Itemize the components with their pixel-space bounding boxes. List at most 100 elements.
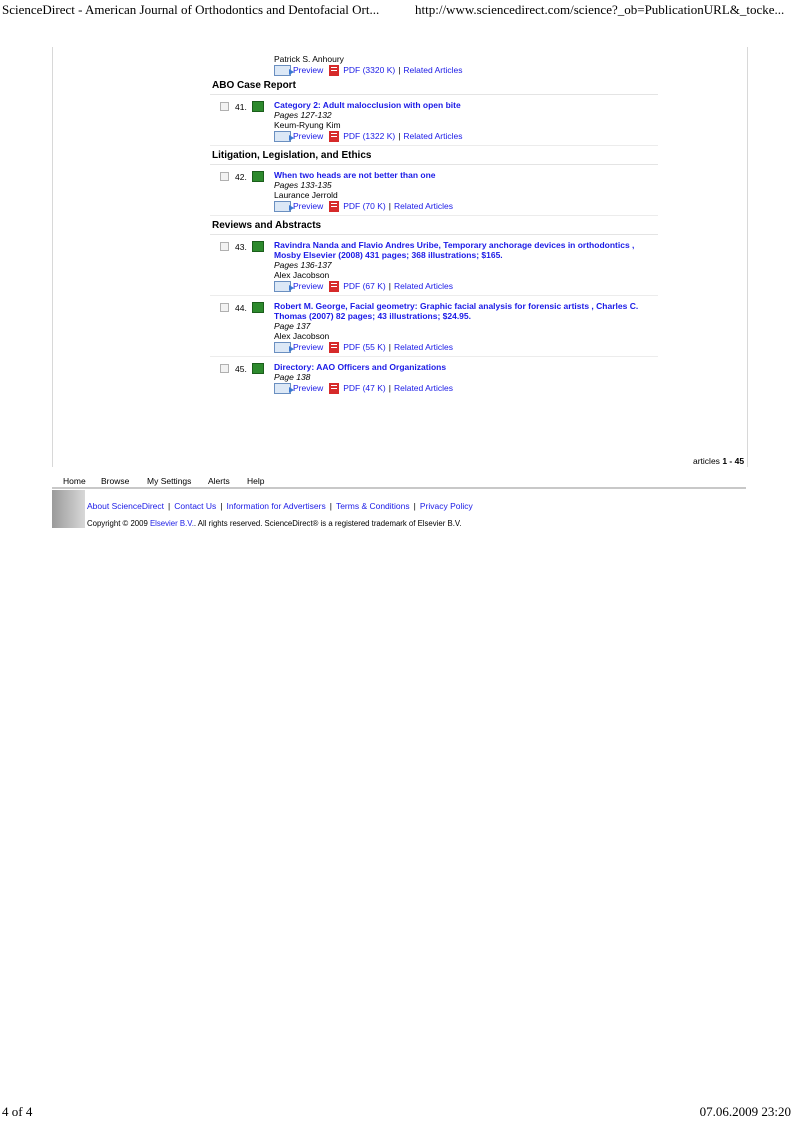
articles-count-range: 1 - 45	[722, 456, 745, 466]
article-checkbox[interactable]	[220, 364, 229, 373]
related-articles-link[interactable]: Related Articles	[394, 341, 453, 353]
article-links: Preview PDF (70 K) | Related Articles	[274, 200, 658, 212]
separator: |	[388, 201, 391, 211]
elsevier-link[interactable]: Elsevier B.V.	[150, 519, 194, 528]
pdf-icon[interactable]	[329, 64, 340, 76]
full-text-icon[interactable]	[252, 171, 264, 182]
separator: |	[398, 131, 401, 141]
preview-link[interactable]: Preview	[293, 382, 323, 394]
footer-link-about[interactable]: About ScienceDirect	[87, 501, 164, 511]
pdf-link[interactable]: PDF (47 K)	[343, 382, 386, 394]
footer-link-advertisers[interactable]: Information for Advertisers	[227, 501, 326, 511]
nav-home[interactable]: Home	[63, 476, 86, 486]
preview-link[interactable]: Preview	[293, 341, 323, 353]
article-checkbox[interactable]	[220, 242, 229, 251]
preview-link[interactable]: Preview	[293, 64, 323, 76]
full-text-icon[interactable]	[252, 241, 264, 252]
article-number: 41.	[235, 101, 247, 112]
nav-my-settings[interactable]: My Settings	[147, 476, 191, 486]
preview-icon[interactable]	[274, 200, 294, 212]
article-title-link[interactable]: Directory: AAO Officers and Organization…	[274, 362, 658, 372]
preview-icon[interactable]	[274, 64, 294, 76]
article-links: Preview PDF (47 K) | Related Articles	[274, 382, 658, 394]
footer-link-contact[interactable]: Contact Us	[174, 501, 216, 511]
article-pages: Page 138	[274, 372, 311, 382]
copyright-post: All rights reserved. ScienceDirect® is a…	[197, 519, 462, 528]
article-number: 42.	[235, 171, 247, 182]
article-select: 44.	[220, 302, 264, 313]
copyright-notice: Copyright © 2009 Elsevier B.V.. All righ…	[87, 519, 462, 528]
article-links: Preview PDF (55 K) | Related Articles	[274, 341, 658, 353]
article-title-link[interactable]: Robert M. George, Facial geometry: Graph…	[274, 301, 658, 321]
footer-link-terms[interactable]: Terms & Conditions	[336, 501, 410, 511]
related-articles-link[interactable]: Related Articles	[394, 280, 453, 292]
pdf-icon[interactable]	[329, 341, 340, 353]
full-text-icon[interactable]	[252, 363, 264, 374]
article-checkbox[interactable]	[220, 303, 229, 312]
article-checkbox[interactable]	[220, 102, 229, 111]
article-select: 45.	[220, 363, 264, 374]
article-title-link[interactable]: Category 2: Adult malocclusion with open…	[274, 100, 658, 110]
nav-help[interactable]: Help	[247, 476, 264, 486]
related-articles-link[interactable]: Related Articles	[394, 200, 453, 212]
pdf-link[interactable]: PDF (3320 K)	[343, 64, 395, 76]
related-articles-link[interactable]: Related Articles	[394, 382, 453, 394]
articles-count: articles 1 - 45	[693, 456, 744, 466]
full-text-icon[interactable]	[252, 101, 264, 112]
separator: |	[168, 501, 171, 511]
section-title: Litigation, Legislation, and Ethics	[210, 146, 658, 165]
preview-link[interactable]: Preview	[293, 280, 323, 292]
print-header-title: ScienceDirect - American Journal of Orth…	[2, 2, 380, 17]
pdf-icon[interactable]	[329, 200, 340, 212]
print-datetime: 07.06.2009 23:20	[699, 1104, 791, 1119]
nav-alerts[interactable]: Alerts	[208, 476, 230, 486]
separator: |	[398, 65, 401, 75]
toc-content: Patrick S. Anhoury Preview PDF (3320 K) …	[210, 54, 658, 397]
preview-link[interactable]: Preview	[293, 200, 323, 212]
article-title-link[interactable]: Ravindra Nanda and Flavio Andres Uribe, …	[274, 240, 658, 260]
article-item: 41. Category 2: Adult malocclusion with …	[210, 95, 658, 146]
preview-icon[interactable]	[274, 382, 294, 394]
section-title: ABO Case Report	[210, 76, 658, 95]
pdf-link[interactable]: PDF (1322 K)	[343, 130, 395, 142]
full-text-icon[interactable]	[252, 302, 264, 313]
footer-link-privacy[interactable]: Privacy Policy	[420, 501, 473, 511]
nav-browse[interactable]: Browse	[101, 476, 129, 486]
print-header: ScienceDirect - American Journal of Orth…	[0, 0, 793, 20]
article-links: Preview PDF (3320 K) | Related Articles	[274, 64, 658, 76]
preview-icon[interactable]	[274, 341, 294, 353]
article-item: 45. Directory: AAO Officers and Organiza…	[210, 357, 658, 397]
preview-link[interactable]: Preview	[293, 130, 323, 142]
article-author: Laurance Jerrold	[274, 190, 338, 200]
print-page-number: 4 of 4	[2, 1104, 33, 1119]
preview-icon[interactable]	[274, 130, 294, 142]
site-footer: About ScienceDirect | Contact Us | Informati…	[52, 490, 746, 528]
article-title-link[interactable]: When two heads are not better than one	[274, 170, 658, 180]
preview-icon[interactable]	[274, 280, 294, 292]
pdf-link[interactable]: PDF (70 K)	[343, 200, 386, 212]
article-links: Preview PDF (67 K) | Related Articles	[274, 280, 658, 292]
separator: |	[413, 501, 416, 511]
section-title: Reviews and Abstracts	[210, 216, 658, 235]
related-articles-link[interactable]: Related Articles	[403, 64, 462, 76]
article-pages: Pages 136-137	[274, 260, 332, 270]
article-author: Alex Jacobson	[274, 331, 330, 341]
separator: |	[388, 383, 391, 393]
article-body: Robert M. George, Facial geometry: Graph…	[274, 301, 658, 353]
article-body: Ravindra Nanda and Flavio Andres Uribe, …	[274, 240, 658, 292]
separator: |	[329, 501, 332, 511]
footer-links: About ScienceDirect | Contact Us | Informati…	[87, 501, 473, 511]
article-checkbox[interactable]	[220, 172, 229, 181]
pdf-icon[interactable]	[329, 130, 340, 142]
pdf-link[interactable]: PDF (55 K)	[343, 341, 386, 353]
article-author: Keum-Ryung Kim	[274, 120, 341, 130]
pdf-link[interactable]: PDF (67 K)	[343, 280, 386, 292]
related-articles-link[interactable]: Related Articles	[403, 130, 462, 142]
pdf-icon[interactable]	[329, 382, 340, 394]
articles-count-prefix: articles	[693, 456, 720, 466]
print-footer: 4 of 4 07.06.2009 23:20	[0, 1104, 793, 1122]
article-item: 44. Robert M. George, Facial geometry: G…	[210, 296, 658, 357]
article-select: 41.	[220, 101, 264, 112]
pdf-icon[interactable]	[329, 280, 340, 292]
article-body: Category 2: Adult malocclusion with open…	[274, 100, 658, 142]
